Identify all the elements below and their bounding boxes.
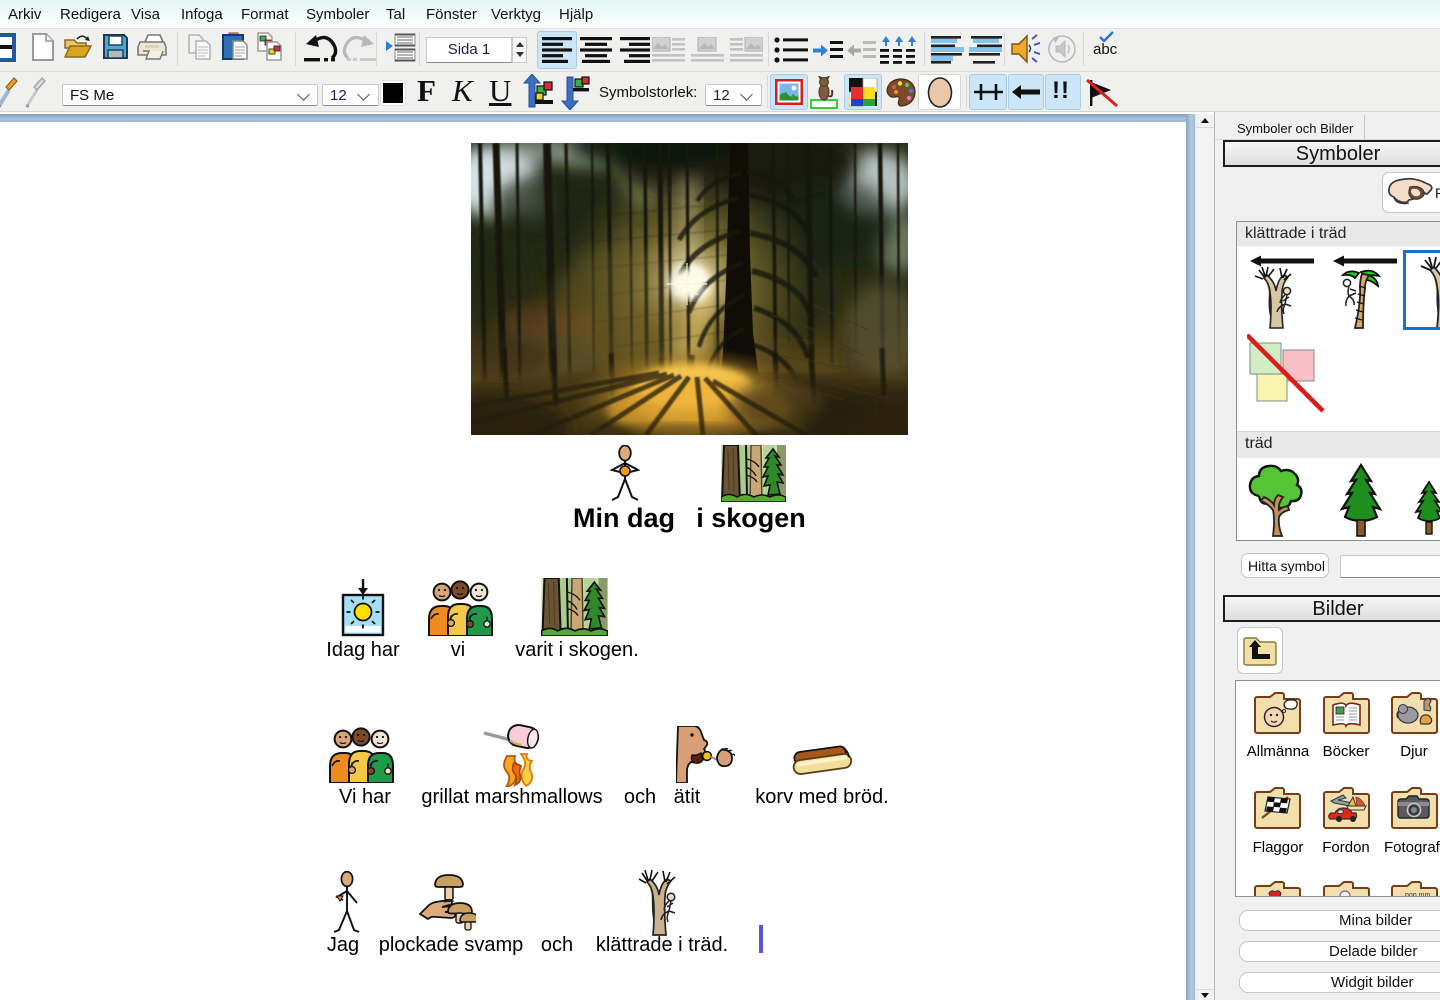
svg-text:pop mm: pop mm bbox=[1405, 892, 1430, 897]
